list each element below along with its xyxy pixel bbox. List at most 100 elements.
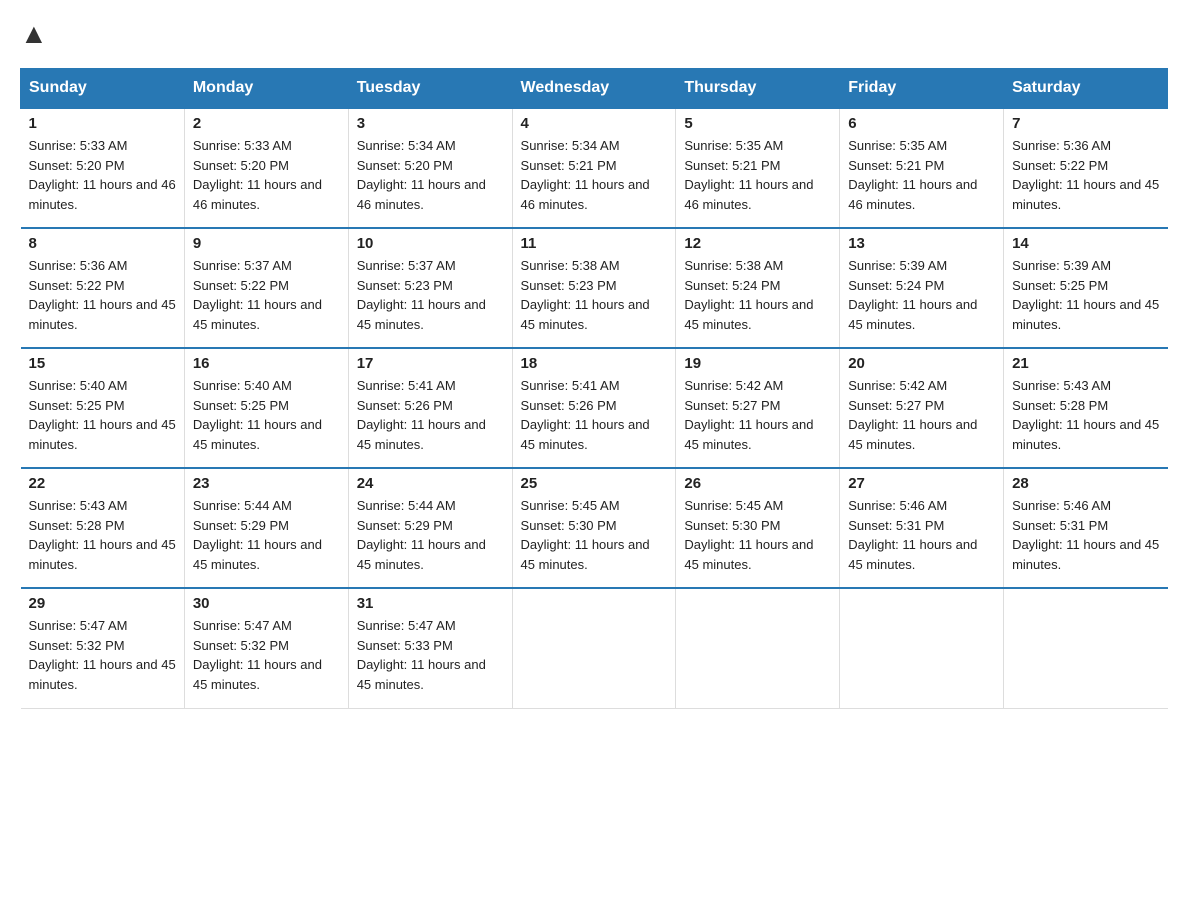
day-number: 14 (1012, 235, 1159, 252)
calendar-table: SundayMondayTuesdayWednesdayThursdayFrid… (20, 68, 1168, 709)
calendar-cell: 22 Sunrise: 5:43 AM Sunset: 5:28 PM Dayl… (21, 468, 185, 588)
sunset-label: Sunset: 5:27 PM (848, 398, 944, 413)
sunrise-label: Sunrise: 5:37 AM (193, 258, 292, 273)
calendar-cell: 31 Sunrise: 5:47 AM Sunset: 5:33 PM Dayl… (348, 588, 512, 708)
calendar-cell (676, 588, 840, 708)
day-info: Sunrise: 5:43 AM Sunset: 5:28 PM Dayligh… (29, 496, 176, 574)
sunrise-label: Sunrise: 5:43 AM (1012, 378, 1111, 393)
daylight-label: Daylight: 11 hours and 45 minutes. (848, 537, 977, 572)
calendar-cell: 19 Sunrise: 5:42 AM Sunset: 5:27 PM Dayl… (676, 348, 840, 468)
calendar-cell: 1 Sunrise: 5:33 AM Sunset: 5:20 PM Dayli… (21, 108, 185, 228)
day-number: 31 (357, 595, 504, 612)
day-number: 26 (684, 475, 831, 492)
day-number: 13 (848, 235, 995, 252)
sunset-label: Sunset: 5:29 PM (357, 518, 453, 533)
day-number: 11 (521, 235, 668, 252)
sunset-label: Sunset: 5:21 PM (521, 158, 617, 173)
sunset-label: Sunset: 5:31 PM (848, 518, 944, 533)
day-number: 29 (29, 595, 176, 612)
calendar-cell: 26 Sunrise: 5:45 AM Sunset: 5:30 PM Dayl… (676, 468, 840, 588)
daylight-label: Daylight: 11 hours and 45 minutes. (521, 297, 650, 332)
sunset-label: Sunset: 5:30 PM (521, 518, 617, 533)
day-number: 16 (193, 355, 340, 372)
sunset-label: Sunset: 5:30 PM (684, 518, 780, 533)
calendar-cell (840, 588, 1004, 708)
calendar-cell: 27 Sunrise: 5:46 AM Sunset: 5:31 PM Dayl… (840, 468, 1004, 588)
calendar-cell: 25 Sunrise: 5:45 AM Sunset: 5:30 PM Dayl… (512, 468, 676, 588)
calendar-cell: 9 Sunrise: 5:37 AM Sunset: 5:22 PM Dayli… (184, 228, 348, 348)
weekday-header-wednesday: Wednesday (512, 69, 676, 109)
day-info: Sunrise: 5:33 AM Sunset: 5:20 PM Dayligh… (29, 136, 176, 214)
sunrise-label: Sunrise: 5:45 AM (521, 498, 620, 513)
page-header: ▲ (20, 20, 1168, 48)
day-info: Sunrise: 5:41 AM Sunset: 5:26 PM Dayligh… (357, 376, 504, 454)
sunrise-label: Sunrise: 5:44 AM (193, 498, 292, 513)
daylight-label: Daylight: 11 hours and 45 minutes. (357, 537, 486, 572)
sunset-label: Sunset: 5:20 PM (29, 158, 125, 173)
day-number: 24 (357, 475, 504, 492)
sunset-label: Sunset: 5:24 PM (848, 278, 944, 293)
day-number: 17 (357, 355, 504, 372)
daylight-label: Daylight: 11 hours and 45 minutes. (1012, 417, 1159, 452)
day-info: Sunrise: 5:33 AM Sunset: 5:20 PM Dayligh… (193, 136, 340, 214)
sunrise-label: Sunrise: 5:35 AM (848, 138, 947, 153)
day-number: 4 (521, 115, 668, 132)
sunset-label: Sunset: 5:23 PM (357, 278, 453, 293)
daylight-label: Daylight: 11 hours and 45 minutes. (29, 417, 176, 452)
logo-icon-shape: ▲ (20, 18, 48, 49)
sunrise-label: Sunrise: 5:37 AM (357, 258, 456, 273)
day-info: Sunrise: 5:34 AM Sunset: 5:21 PM Dayligh… (521, 136, 668, 214)
sunrise-label: Sunrise: 5:46 AM (848, 498, 947, 513)
day-info: Sunrise: 5:35 AM Sunset: 5:21 PM Dayligh… (848, 136, 995, 214)
weekday-header-friday: Friday (840, 69, 1004, 109)
calendar-cell: 28 Sunrise: 5:46 AM Sunset: 5:31 PM Dayl… (1004, 468, 1168, 588)
daylight-label: Daylight: 11 hours and 45 minutes. (193, 537, 322, 572)
day-number: 22 (29, 475, 176, 492)
sunrise-label: Sunrise: 5:40 AM (193, 378, 292, 393)
day-number: 23 (193, 475, 340, 492)
calendar-cell: 3 Sunrise: 5:34 AM Sunset: 5:20 PM Dayli… (348, 108, 512, 228)
day-number: 2 (193, 115, 340, 132)
day-info: Sunrise: 5:47 AM Sunset: 5:33 PM Dayligh… (357, 616, 504, 694)
sunset-label: Sunset: 5:21 PM (848, 158, 944, 173)
sunset-label: Sunset: 5:29 PM (193, 518, 289, 533)
day-info: Sunrise: 5:42 AM Sunset: 5:27 PM Dayligh… (848, 376, 995, 454)
day-number: 8 (29, 235, 176, 252)
sunrise-label: Sunrise: 5:42 AM (684, 378, 783, 393)
day-info: Sunrise: 5:46 AM Sunset: 5:31 PM Dayligh… (1012, 496, 1159, 574)
day-info: Sunrise: 5:45 AM Sunset: 5:30 PM Dayligh… (521, 496, 668, 574)
day-info: Sunrise: 5:37 AM Sunset: 5:22 PM Dayligh… (193, 256, 340, 334)
daylight-label: Daylight: 11 hours and 45 minutes. (29, 657, 176, 692)
sunrise-label: Sunrise: 5:47 AM (357, 618, 456, 633)
daylight-label: Daylight: 11 hours and 45 minutes. (1012, 177, 1159, 212)
daylight-label: Daylight: 11 hours and 45 minutes. (521, 537, 650, 572)
daylight-label: Daylight: 11 hours and 45 minutes. (684, 297, 813, 332)
day-info: Sunrise: 5:40 AM Sunset: 5:25 PM Dayligh… (193, 376, 340, 454)
calendar-week-row: 29 Sunrise: 5:47 AM Sunset: 5:32 PM Dayl… (21, 588, 1168, 708)
calendar-cell: 12 Sunrise: 5:38 AM Sunset: 5:24 PM Dayl… (676, 228, 840, 348)
day-info: Sunrise: 5:41 AM Sunset: 5:26 PM Dayligh… (521, 376, 668, 454)
sunrise-label: Sunrise: 5:39 AM (848, 258, 947, 273)
sunset-label: Sunset: 5:25 PM (1012, 278, 1108, 293)
sunrise-label: Sunrise: 5:43 AM (29, 498, 128, 513)
daylight-label: Daylight: 11 hours and 45 minutes. (193, 297, 322, 332)
sunrise-label: Sunrise: 5:41 AM (521, 378, 620, 393)
day-number: 10 (357, 235, 504, 252)
day-number: 21 (1012, 355, 1159, 372)
day-info: Sunrise: 5:38 AM Sunset: 5:24 PM Dayligh… (684, 256, 831, 334)
sunset-label: Sunset: 5:25 PM (29, 398, 125, 413)
day-info: Sunrise: 5:40 AM Sunset: 5:25 PM Dayligh… (29, 376, 176, 454)
day-number: 5 (684, 115, 831, 132)
calendar-cell: 17 Sunrise: 5:41 AM Sunset: 5:26 PM Dayl… (348, 348, 512, 468)
calendar-week-row: 22 Sunrise: 5:43 AM Sunset: 5:28 PM Dayl… (21, 468, 1168, 588)
sunset-label: Sunset: 5:28 PM (1012, 398, 1108, 413)
daylight-label: Daylight: 11 hours and 45 minutes. (357, 417, 486, 452)
calendar-cell: 4 Sunrise: 5:34 AM Sunset: 5:21 PM Dayli… (512, 108, 676, 228)
daylight-label: Daylight: 11 hours and 45 minutes. (1012, 537, 1159, 572)
day-info: Sunrise: 5:36 AM Sunset: 5:22 PM Dayligh… (29, 256, 176, 334)
weekday-header-saturday: Saturday (1004, 69, 1168, 109)
calendar-cell: 7 Sunrise: 5:36 AM Sunset: 5:22 PM Dayli… (1004, 108, 1168, 228)
day-info: Sunrise: 5:34 AM Sunset: 5:20 PM Dayligh… (357, 136, 504, 214)
calendar-cell: 15 Sunrise: 5:40 AM Sunset: 5:25 PM Dayl… (21, 348, 185, 468)
sunset-label: Sunset: 5:25 PM (193, 398, 289, 413)
